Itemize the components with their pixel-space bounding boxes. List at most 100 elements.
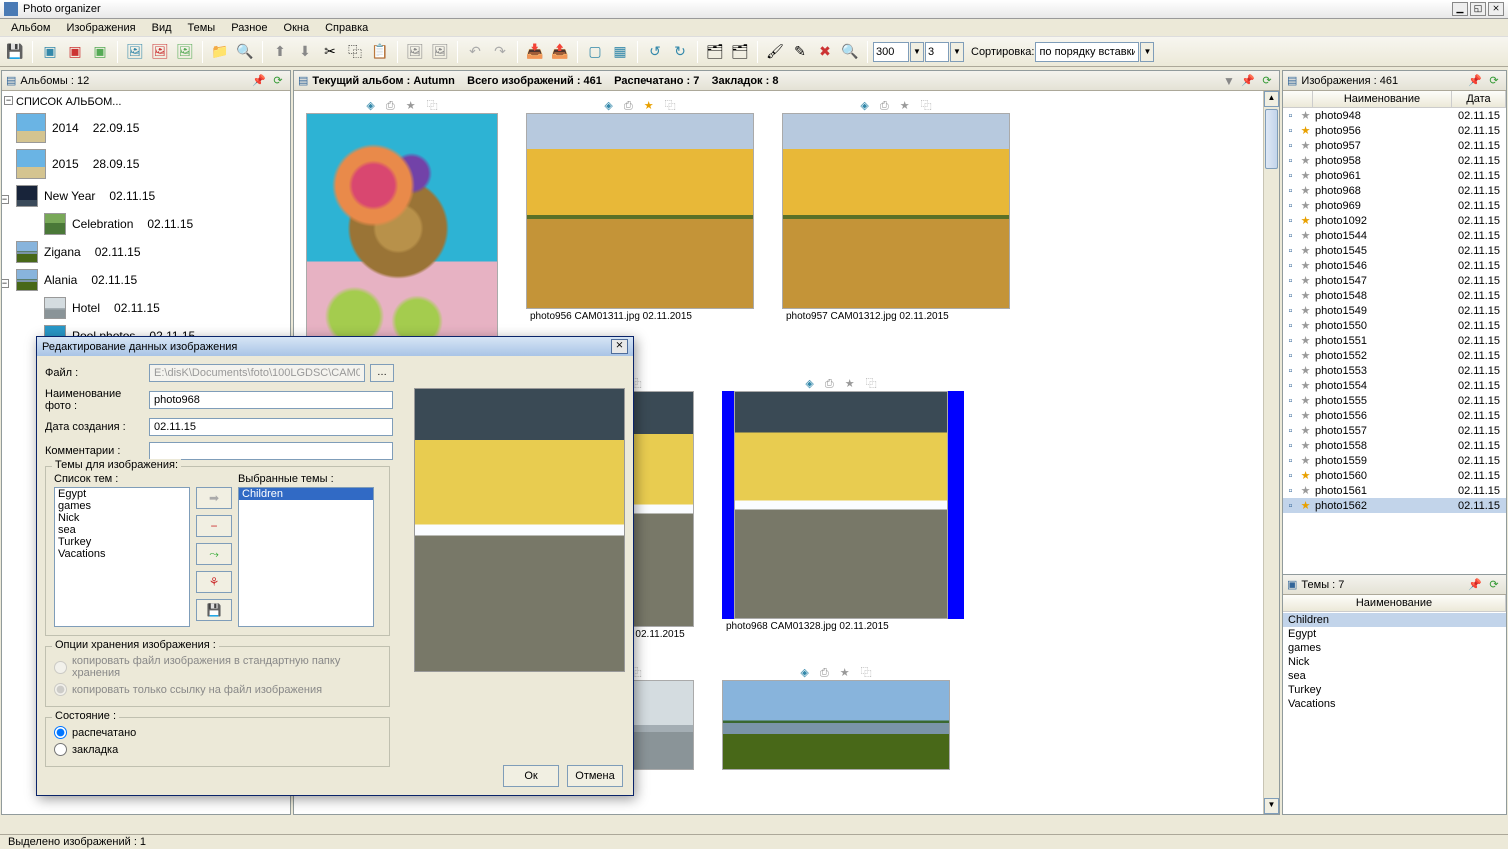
star-icon[interactable]: ★	[1298, 424, 1313, 437]
list-item[interactable]: Vacations	[55, 548, 189, 560]
scrollbar[interactable]: ▲ ▼	[1263, 91, 1279, 814]
star-icon[interactable]: ★	[1298, 379, 1313, 392]
rotate-right-icon[interactable]: ↻	[668, 40, 692, 64]
window-close-icon[interactable]: ⨯	[1488, 2, 1504, 16]
album-delete-icon[interactable]: ▣	[63, 40, 87, 64]
star-icon[interactable]: ★	[1298, 154, 1313, 167]
browse-button[interactable]: …	[370, 364, 394, 382]
save-icon[interactable]: 💾	[3, 40, 27, 64]
image-list-row[interactable]: ▫★photo96102.11.15	[1283, 168, 1506, 183]
window-min-icon[interactable]: ▁	[1452, 2, 1468, 16]
album-edit-icon[interactable]: ▣	[88, 40, 112, 64]
album-item[interactable]: Hotel02.11.15	[42, 294, 290, 322]
theme-row[interactable]: Nick	[1283, 655, 1506, 669]
image-list-row[interactable]: ▫★photo155902.11.15	[1283, 453, 1506, 468]
save-theme-button[interactable]: 💾	[196, 599, 232, 621]
menu-album[interactable]: Альбом	[3, 21, 58, 35]
move-down-icon[interactable]: ⬇	[293, 40, 317, 64]
image-list-row[interactable]: ▫★photo155102.11.15	[1283, 333, 1506, 348]
star-icon[interactable]: ★	[1298, 364, 1313, 377]
star-icon[interactable]: ★	[1298, 469, 1313, 482]
cancel-button[interactable]: Отмена	[567, 765, 623, 787]
refresh-icon[interactable]: ⟳	[1486, 74, 1502, 88]
menu-help[interactable]: Справка	[317, 21, 376, 35]
star-icon[interactable]: ★	[1298, 304, 1313, 317]
sort-select[interactable]	[1035, 42, 1139, 62]
thumb-size-dd-icon[interactable]: ▼	[910, 42, 924, 62]
view-grid-icon[interactable]: ▦	[608, 40, 632, 64]
image-list-row[interactable]: ▫★photo155502.11.15	[1283, 393, 1506, 408]
star-icon[interactable]: ★	[1298, 139, 1313, 152]
thumbnail-card[interactable]: ◈ ⎙ ★ ⿻photo956 CAM01311.jpg 02.11.2015	[524, 95, 760, 355]
album-item[interactable]: 201528.09.15	[14, 146, 290, 182]
menu-view[interactable]: Вид	[144, 21, 180, 35]
brush-icon[interactable]: 🖌	[763, 40, 787, 64]
paste-icon[interactable]: 📋	[368, 40, 392, 64]
menu-windows[interactable]: Окна	[276, 21, 318, 35]
comment-field[interactable]	[149, 442, 393, 460]
transfer-out-icon[interactable]: 📤	[548, 40, 572, 64]
ok-button[interactable]: Ок	[503, 765, 559, 787]
star-icon[interactable]: ★	[1298, 454, 1313, 467]
image-list-row[interactable]: ▫★photo156002.11.15	[1283, 468, 1506, 483]
star-icon[interactable]: ★	[1298, 349, 1313, 362]
search-icon[interactable]: 🔍	[233, 40, 257, 64]
remove-theme-button[interactable]: −	[196, 515, 232, 537]
star-icon[interactable]: ★	[1298, 259, 1313, 272]
link-theme-button[interactable]: ⚘	[196, 571, 232, 593]
thumb-size-input[interactable]	[873, 42, 909, 62]
image-list-row[interactable]: ▫★photo154402.11.15	[1283, 228, 1506, 243]
album-item[interactable]: Celebration02.11.15	[42, 210, 290, 238]
dialog-close-icon[interactable]: ⨯	[611, 339, 628, 354]
rotate-left-icon[interactable]: ↺	[643, 40, 667, 64]
share-theme-button[interactable]: ⤳	[196, 543, 232, 565]
image-list-row[interactable]: ▫★photo95702.11.15	[1283, 138, 1506, 153]
thumbnail-card[interactable]: ◈ ⎙ ★ ⿻photo957 CAM01312.jpg 02.11.2015	[780, 95, 1016, 355]
redo-icon[interactable]: ↷	[488, 40, 512, 64]
image-list-row[interactable]: ▫★photo96902.11.15	[1283, 198, 1506, 213]
star-icon[interactable]: ★	[1298, 124, 1313, 137]
theme-row[interactable]: Egypt	[1283, 627, 1506, 641]
star-icon[interactable]: ★	[1298, 409, 1313, 422]
star-icon[interactable]: ★	[1298, 274, 1313, 287]
cut-icon[interactable]: ✂	[318, 40, 342, 64]
star-icon[interactable]: ★	[1298, 184, 1313, 197]
star-icon[interactable]: ★	[1298, 334, 1313, 347]
view-single-icon[interactable]: ▢	[583, 40, 607, 64]
image-list-row[interactable]: ▫★photo156202.11.15	[1283, 498, 1506, 513]
star-icon[interactable]: ★	[1298, 214, 1313, 227]
refresh-icon[interactable]: ⟳	[270, 74, 286, 88]
album-item[interactable]: Zigana02.11.15	[14, 238, 290, 266]
col-name[interactable]: Наименование	[1313, 91, 1452, 107]
list-item[interactable]: sea	[55, 524, 189, 536]
sort-dd-icon[interactable]: ▼	[1140, 42, 1154, 62]
folder-add-icon[interactable]: 📁	[208, 40, 232, 64]
image-list-row[interactable]: ▫★photo156102.11.15	[1283, 483, 1506, 498]
image-delete-icon[interactable]: 🖼	[148, 40, 172, 64]
pin-icon[interactable]: 📌	[1467, 578, 1483, 592]
image-list-row[interactable]: ▫★photo155302.11.15	[1283, 363, 1506, 378]
image-list-row[interactable]: ▫★photo155002.11.15	[1283, 318, 1506, 333]
theme-row[interactable]: sea	[1283, 669, 1506, 683]
thumbnail-card[interactable]: ◈ ⎙ ★ ⿻photo968 CAM01328.jpg 02.11.2015	[720, 373, 966, 644]
col-date[interactable]: Дата	[1452, 91, 1506, 107]
filter-icon[interactable]: ▼	[1221, 74, 1237, 88]
move-up-icon[interactable]: ⬆	[268, 40, 292, 64]
star-icon[interactable]: ★	[1298, 319, 1313, 332]
image-multi-icon[interactable]: 🖼	[428, 40, 452, 64]
theme-list[interactable]: EgyptgamesNickseaTurkeyVacations	[54, 487, 190, 627]
transfer-in-icon[interactable]: 📥	[523, 40, 547, 64]
star-icon[interactable]: ★	[1298, 169, 1313, 182]
layer-back-icon[interactable]: 🗂	[728, 40, 752, 64]
image-list-row[interactable]: ▫★photo155402.11.15	[1283, 378, 1506, 393]
list-item[interactable]: Nick	[55, 512, 189, 524]
theme-row[interactable]: Turkey	[1283, 683, 1506, 697]
menu-themes[interactable]: Темы	[180, 21, 224, 35]
pin-icon[interactable]: 📌	[1240, 74, 1256, 88]
list-item[interactable]: Turkey	[55, 536, 189, 548]
image-list-row[interactable]: ▫★photo154602.11.15	[1283, 258, 1506, 273]
thumbnail-card[interactable]: ◈ ⎙ ★ ⿻	[720, 662, 956, 772]
cols-dd-icon[interactable]: ▼	[950, 42, 964, 62]
image-edit-icon[interactable]: 🖼	[173, 40, 197, 64]
refresh-icon[interactable]: ⟳	[1486, 578, 1502, 592]
